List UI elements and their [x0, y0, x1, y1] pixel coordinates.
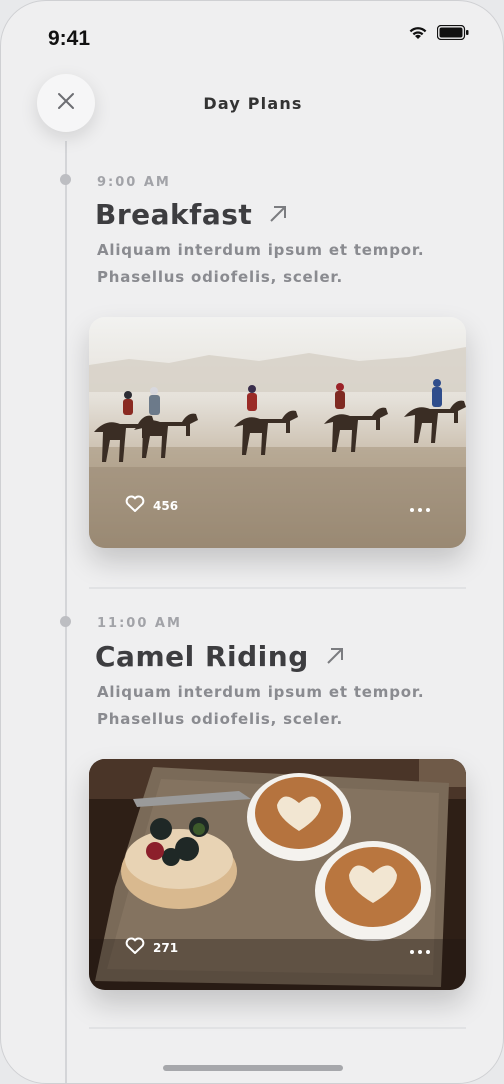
divider [89, 1027, 466, 1029]
status-icons [408, 24, 469, 44]
entry-description-line: Aliquam interdum ipsum et tempor. [97, 683, 425, 701]
photo-card[interactable]: 271 [89, 759, 466, 990]
more-dot [418, 508, 422, 512]
arrow-up-right-icon[interactable] [268, 198, 288, 231]
timeline-dot [60, 616, 71, 627]
like-count: 456 [153, 498, 179, 513]
entry-title-text: Breakfast [95, 198, 253, 231]
like-button[interactable]: 271 [125, 937, 178, 958]
status-time: 9:41 [48, 27, 91, 50]
more-dot [426, 508, 430, 512]
entry-description-line: Phasellus odiofelis, sceler. [97, 710, 343, 728]
more-dot [418, 950, 422, 954]
entry-title-text: Camel Riding [95, 640, 309, 673]
page-title: Day Plans [203, 94, 303, 113]
entry-time: 11:00 AM [97, 616, 182, 631]
entry-title[interactable]: Breakfast [95, 198, 288, 231]
more-horizontal-icon [410, 950, 414, 954]
battery-icon [436, 24, 469, 44]
heart-icon [125, 937, 145, 958]
timeline-dot [60, 174, 71, 185]
heart-icon [125, 495, 145, 516]
more-options-button[interactable] [410, 950, 430, 954]
arrow-up-right-icon[interactable] [325, 640, 345, 673]
entry-description-line: Phasellus odiofelis, sceler. [97, 268, 343, 286]
divider [89, 587, 466, 589]
phone-screen: 9:41 Day Plans 9:00 AM Breakfast Aliquam… [0, 0, 504, 1084]
more-options-button[interactable] [410, 508, 430, 512]
photo-card[interactable]: 456 [89, 317, 466, 548]
more-horizontal-icon [410, 508, 414, 512]
entry-description: Aliquam interdum ipsum et tempor. Phasel… [97, 237, 457, 291]
entry-time: 9:00 AM [97, 175, 171, 190]
entry-title[interactable]: Camel Riding [95, 640, 345, 673]
like-button[interactable]: 456 [125, 495, 178, 516]
like-count: 271 [153, 940, 179, 955]
timeline-line [65, 141, 67, 1083]
entry-description-line: Aliquam interdum ipsum et tempor. [97, 241, 425, 259]
wifi-icon [408, 25, 428, 44]
home-indicator[interactable] [163, 1065, 343, 1071]
entry-description: Aliquam interdum ipsum et tempor. Phasel… [97, 679, 457, 733]
more-dot [426, 950, 430, 954]
